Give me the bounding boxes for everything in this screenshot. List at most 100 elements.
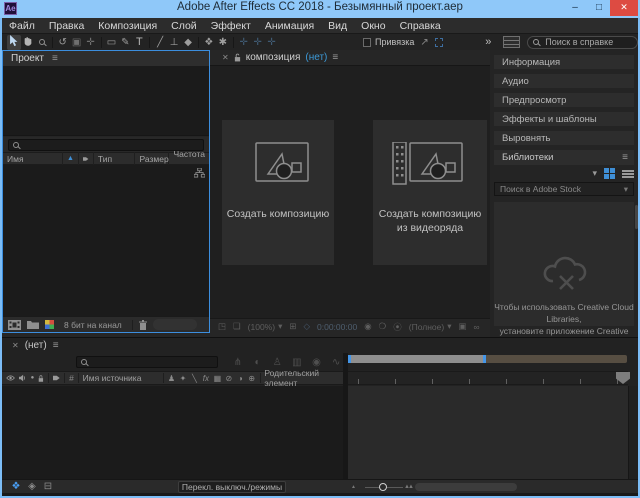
- new-composition-from-footage-tile[interactable]: Создать композицию из видеоряда: [373, 120, 487, 265]
- frame-blend-switch-icon[interactable]: ▦: [214, 374, 222, 383]
- timeline-zoom-slider-knob[interactable]: [379, 483, 387, 491]
- chevron-down-icon[interactable]: ▾: [624, 184, 628, 195]
- camera-tool-icon[interactable]: ▣: [70, 35, 84, 50]
- shy-icon[interactable]: ♙: [267, 357, 287, 368]
- 3d-switch-icon[interactable]: ⊕: [248, 374, 255, 383]
- menu-effect[interactable]: Эффект: [204, 20, 258, 32]
- project-flowchart-icon[interactable]: [194, 168, 205, 178]
- axis-mode-view-icon[interactable]: ✛: [265, 35, 279, 50]
- main-display-icon[interactable]: ❏: [233, 321, 241, 332]
- timeline-scroll-gutter[interactable]: [628, 386, 638, 479]
- time-navigator[interactable]: [348, 355, 627, 363]
- collapse-switch-icon[interactable]: ✦: [179, 374, 186, 383]
- panel-effects-presets[interactable]: Эффекты и шаблоны: [494, 112, 634, 126]
- parent-column-header[interactable]: Родительский элемент: [264, 368, 339, 388]
- quality-switch-icon[interactable]: ◑: [237, 374, 244, 383]
- rotation-tool-icon[interactable]: ↺: [56, 35, 70, 50]
- expand-in-out-icon[interactable]: ⊟: [40, 481, 56, 492]
- help-search-input[interactable]: [543, 36, 632, 48]
- roto-brush-tool-icon[interactable]: ❖: [202, 35, 216, 50]
- layer-list-area[interactable]: [2, 386, 343, 479]
- navigator-handle-end[interactable]: [483, 355, 486, 363]
- expand-layer-switches-icon[interactable]: ❖: [8, 481, 24, 492]
- clone-stamp-tool-icon[interactable]: ⊥: [167, 35, 181, 50]
- libraries-scrollbar[interactable]: [635, 205, 638, 229]
- expand-transfer-controls-icon[interactable]: ◈: [24, 481, 40, 492]
- mini-flowchart-icon[interactable]: ⋔: [228, 357, 248, 368]
- timeline-horizontal-scrollbar[interactable]: [415, 483, 517, 491]
- menu-file[interactable]: Файл: [2, 20, 42, 32]
- solo-icon[interactable]: ●: [31, 375, 35, 381]
- current-time-display[interactable]: 0:00:00:00: [317, 322, 357, 332]
- frame-blending-icon[interactable]: ▥: [287, 357, 307, 368]
- panel-menu-icon[interactable]: ≡: [332, 52, 338, 63]
- panel-menu-icon[interactable]: ≡: [622, 152, 628, 163]
- project-item-list[interactable]: [3, 165, 209, 316]
- panel-align[interactable]: Выровнять: [494, 131, 634, 145]
- lock-icon[interactable]: [38, 374, 44, 383]
- snap-region-icon[interactable]: [435, 38, 444, 47]
- shy-switch-icon[interactable]: ♟: [168, 374, 175, 383]
- puppet-pin-tool-icon[interactable]: ✱: [216, 35, 230, 50]
- close-tab-icon[interactable]: ✕: [222, 53, 229, 62]
- magnification-dropdown[interactable]: (100%): [248, 322, 275, 332]
- pan-behind-tool-icon[interactable]: ✛: [84, 35, 98, 50]
- menu-view[interactable]: Вид: [321, 20, 354, 32]
- time-ruler[interactable]: [348, 371, 628, 385]
- show-snapshot-icon[interactable]: ❍: [379, 321, 387, 332]
- bit-depth-label[interactable]: 8 бит на канал: [64, 320, 122, 330]
- timeline-search-input[interactable]: [91, 356, 213, 368]
- workspace-switcher-icon[interactable]: [503, 36, 520, 48]
- grid-guides-icon[interactable]: ⊞: [289, 321, 296, 332]
- column-label[interactable]: [79, 152, 94, 165]
- list-view-icon[interactable]: [622, 169, 634, 179]
- timeline-tab-label[interactable]: (нет): [25, 340, 47, 351]
- composition-tab-label[interactable]: композиция: [246, 52, 301, 63]
- column-type[interactable]: Тип: [94, 152, 136, 165]
- column-name[interactable]: Имя: [3, 152, 63, 165]
- label-tag-icon[interactable]: [53, 374, 60, 382]
- mask-switch-icon[interactable]: ╲: [191, 374, 198, 383]
- fx-switch-icon[interactable]: fx: [202, 374, 209, 383]
- region-of-interest-icon[interactable]: ◇: [303, 321, 310, 332]
- chevron-down-icon[interactable]: ▾: [592, 168, 597, 179]
- time-navigator-zoomed-region[interactable]: [351, 355, 483, 363]
- panel-info[interactable]: Информация: [494, 55, 634, 69]
- new-folder-icon[interactable]: [27, 320, 39, 329]
- menu-window[interactable]: Окно: [354, 20, 392, 32]
- zoom-in-mountain-icon[interactable]: ▲▲: [404, 484, 412, 490]
- project-tab[interactable]: Проект: [11, 53, 44, 64]
- pen-tool-icon[interactable]: ✎: [118, 35, 132, 50]
- toolbar-overflow-chevrons[interactable]: »: [485, 36, 491, 48]
- index-column-header[interactable]: #: [69, 373, 74, 383]
- grid-view-icon[interactable]: [604, 168, 615, 179]
- rectangle-tool-icon[interactable]: ▭: [104, 35, 118, 50]
- pixel-aspect-icon[interactable]: ▣: [458, 321, 466, 332]
- toggle-switches-modes-button[interactable]: Перекл. выключ./режимы: [178, 481, 286, 493]
- axis-mode-local-icon[interactable]: ✛: [237, 35, 251, 50]
- maximize-button[interactable]: □: [588, 0, 610, 16]
- timeline-search-field[interactable]: [76, 356, 218, 368]
- close-tab-icon[interactable]: ✕: [12, 341, 19, 350]
- interpret-footage-icon[interactable]: [8, 320, 21, 330]
- column-size[interactable]: Размер: [135, 152, 169, 165]
- menu-animation[interactable]: Анимация: [258, 20, 321, 32]
- resolution-dropdown[interactable]: (Полное): [409, 322, 444, 332]
- panel-menu-icon[interactable]: ≡: [53, 340, 59, 351]
- adobe-stock-search-field[interactable]: Поиск в Adobe Stock ▾: [494, 182, 634, 196]
- source-name-column-header[interactable]: Имя источника: [83, 373, 159, 383]
- always-preview-icon[interactable]: ◳: [218, 321, 226, 332]
- hand-tool-icon[interactable]: [21, 35, 35, 50]
- draft-3d-icon[interactable]: ◐: [248, 357, 268, 368]
- new-composition-tile[interactable]: Создать композицию: [222, 120, 334, 265]
- brush-tool-icon[interactable]: ╱: [153, 35, 167, 50]
- axis-mode-world-icon[interactable]: ✛: [251, 35, 265, 50]
- menu-composition[interactable]: Композиция: [91, 20, 164, 32]
- track-area[interactable]: [348, 386, 628, 479]
- menu-help[interactable]: Справка: [393, 20, 448, 32]
- video-eye-icon[interactable]: [6, 374, 15, 382]
- close-button[interactable]: ✕: [610, 0, 638, 16]
- column-rate[interactable]: Частота ...: [169, 152, 209, 165]
- zoom-out-mountain-icon[interactable]: ▲: [351, 484, 356, 490]
- minimize-button[interactable]: –: [564, 0, 586, 16]
